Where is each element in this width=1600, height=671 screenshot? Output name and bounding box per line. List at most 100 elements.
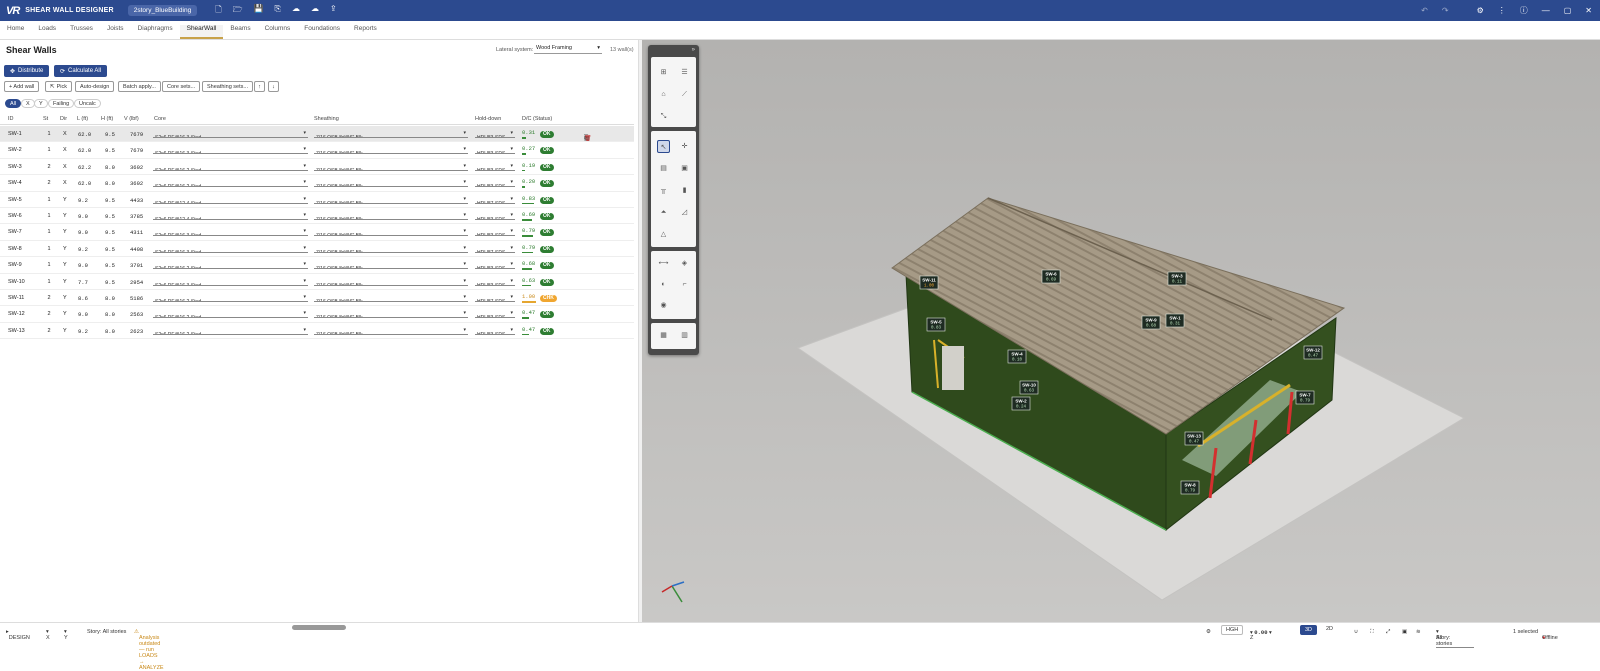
sheathing-select[interactable]: 7/16 OSB 8d@6" Blk ▾ <box>314 245 468 253</box>
col-core[interactable]: Core <box>154 116 166 122</box>
info-icon[interactable]: ⓘ <box>1520 5 1528 16</box>
export-icon[interactable]: ⇪ <box>330 4 337 18</box>
table-row[interactable]: SW-3 2 X 62.2 8.0 3602 S2x6 DF@16 2-Stud ▾ 7/16 … <box>0 159 634 176</box>
wall-label-sw-5[interactable]: SW-5 0.83 <box>926 317 946 332</box>
holddown-select[interactable]: HDU83-SDS ▾ <box>475 228 515 237</box>
cloud-upload-icon[interactable]: ☁ <box>292 4 300 18</box>
core-select[interactable]: S2x6 DF@16 3-Stud ▾ <box>153 278 308 286</box>
tab-shearwall[interactable]: ShearWall <box>179 25 224 39</box>
story-selector[interactable]: Story: All stories ▾ <box>1436 629 1475 648</box>
table-row[interactable]: SW-13 2 Y 9.2 8.0 2623 S2x6 DF@16 2-Stud ▾ 7/16 … <box>0 323 634 340</box>
sheathing-select[interactable]: 7/16 OSB 8d@6" Blk ▾ <box>314 212 468 220</box>
save-icon[interactable]: 💾 <box>254 4 264 18</box>
corner-icon[interactable]: ⌐ <box>678 278 691 291</box>
filter-chip-x[interactable]: X <box>21 99 35 108</box>
distribute-button[interactable]: ✥ Distribute <box>4 65 50 77</box>
save-as-icon[interactable]: ⎘ <box>275 4 281 18</box>
sheathing-select[interactable]: 7/16 OSB 8d@6" Blk ▾ <box>314 294 468 302</box>
wall-label-sw-7[interactable]: SW-7 0.79 <box>1295 390 1315 405</box>
core-select[interactable]: S2x6 DF@16 3-Stud ▾ <box>153 146 308 155</box>
sheathing-select[interactable]: 7/16 OSB 8d@6" Blk ▾ <box>314 327 468 335</box>
core-select[interactable]: S2x6 DF@16 3-Stud ▾ <box>153 130 308 138</box>
list-icon[interactable]: ☰ <box>678 66 691 79</box>
close-icon[interactable]: ✕ <box>1585 6 1592 15</box>
sheathing-select[interactable]: 7/16 OSB 8d@6" Blk ▾ <box>314 278 468 286</box>
holddown-select[interactable]: HDU83-SDS ▾ <box>475 310 515 319</box>
move-down-button[interactable]: ↓ <box>268 81 279 92</box>
horizontal-scrollbar[interactable] <box>292 625 346 630</box>
beam-icon[interactable]: ╥ <box>657 184 670 197</box>
tab-foundations[interactable]: Foundations <box>297 25 347 39</box>
z-control[interactable]: Z ▾ 0.00 ▾ <box>1250 629 1272 641</box>
magnet-icon[interactable]: ∪ <box>1354 629 1358 635</box>
wall-label-sw-6[interactable]: SW-6 0.69 <box>1041 269 1061 284</box>
view-3d-button[interactable]: 3D <box>1300 625 1318 635</box>
filter-chip-all[interactable]: All <box>5 99 22 108</box>
select-arrow-icon[interactable]: ↖ <box>657 140 670 153</box>
undo-icon[interactable]: ↶ <box>1421 6 1428 15</box>
wall-label-sw-2[interactable]: SW-2 0.24 <box>1011 396 1031 411</box>
col-id[interactable]: ID <box>8 116 14 122</box>
point-icon[interactable]: ◈ <box>678 257 691 270</box>
more-icon[interactable]: ⋮ <box>1498 6 1506 15</box>
mode-indicator[interactable]: ▸ DESIGN <box>6 629 30 641</box>
sheathing-select[interactable]: 7/16 OSB 8d@6" Blk ▾ <box>314 196 468 204</box>
tab-joists[interactable]: Joists <box>100 25 131 39</box>
table-row[interactable]: SW-4 2 X 62.0 8.0 3602 S2x6 DF@16 2-Stud ▾ 7/16 … <box>0 175 634 192</box>
minimize-icon[interactable]: — <box>1542 6 1550 15</box>
tab-beams[interactable]: Beams <box>223 25 257 39</box>
measure-icon[interactable]: ⟋ <box>678 88 691 101</box>
column-icon[interactable]: ▮ <box>678 184 691 197</box>
slope-icon[interactable]: ◿ <box>678 206 691 219</box>
core-select[interactable]: S2x6 DF@12 4-Stud ▾ <box>153 212 308 220</box>
holddown-select[interactable]: HDU83-SDS ▾ <box>475 278 515 286</box>
core-select[interactable]: S2x6 DF@16 2-Stud ▾ <box>153 327 308 335</box>
wall-label-sw-13[interactable]: SW-13 0.47 <box>1184 431 1204 446</box>
table-row[interactable]: SW-8 1 Y 9.2 9.5 4408 S2x6 DF@16 3-Stud ▾ 7/16 O… <box>0 241 634 258</box>
holddown-select[interactable]: HDU83-SDS ▾ <box>475 146 515 155</box>
col-shear[interactable]: V (lbf) <box>124 116 139 122</box>
move-up-button[interactable]: ↑ <box>254 81 265 92</box>
fit-view-icon[interactable]: ⛶ <box>1370 629 1374 636</box>
pick-button[interactable]: ⇱ Pick <box>45 81 72 92</box>
table-row[interactable]: SW-5 1 Y 9.2 9.5 4433 S2x6 DF@12 4-Stud ▾ 7/16 O… <box>0 192 634 208</box>
project-name-chip[interactable]: 2story_BlueBuilding <box>127 5 198 16</box>
move-icon[interactable]: ✛ <box>678 140 691 153</box>
maximize-icon[interactable]: ▢ <box>1564 6 1572 15</box>
eye-icon[interactable]: ◉ <box>657 299 670 312</box>
holddown-select[interactable]: HDU83-SDS ▾ <box>475 261 515 270</box>
holddown-select[interactable]: HDU83-SDS ▾ <box>475 327 515 335</box>
col-height[interactable]: H (ft) <box>101 116 113 122</box>
tab-loads[interactable]: Loads <box>31 25 63 39</box>
table-row[interactable]: SW-6 1 Y 9.0 9.5 3785 S2x6 DF@12 4-Stud ▾ 7/16 O… <box>0 208 634 225</box>
core-select[interactable]: S2x6 DF@16 2-Stud ▾ <box>153 310 308 319</box>
filter-chip-failing[interactable]: Failing <box>48 99 75 108</box>
table-row[interactable]: SW-12 2 Y 9.0 8.0 2563 S2x6 DF@16 2-Stud ▾ 7/16 … <box>0 306 634 323</box>
tab-reports[interactable]: Reports <box>347 25 384 39</box>
batch-apply-button[interactable]: Batch apply... <box>118 81 161 92</box>
wall-icon[interactable]: ▤ <box>657 162 670 175</box>
sheathing-select[interactable]: 7/16 OSB 8d@6" Blk ▾ <box>314 163 468 171</box>
x-coord[interactable]: X ▾ <box>46 629 50 641</box>
tab-columns[interactable]: Columns <box>258 25 298 39</box>
tab-diaphragms[interactable]: Diaphragms <box>131 25 180 39</box>
wall-label-sw-11[interactable]: SW-11 1.00 <box>919 275 939 290</box>
resize-icon[interactable]: ⤡ <box>657 110 670 123</box>
core-select[interactable]: S2x6 DF@16 2-Stud ▾ <box>153 163 308 171</box>
calculate-all-button[interactable]: ⟳ Calculate All <box>54 65 108 77</box>
sheathing-sets-button[interactable]: Sheathing sets... <box>202 81 253 92</box>
truss-icon[interactable]: ⏶ <box>657 206 670 219</box>
wall-label-sw-8[interactable]: SW-8 0.79 <box>1180 480 1200 495</box>
dimension-icon[interactable]: ⟷ <box>657 257 670 270</box>
roof-icon[interactable]: △ <box>657 228 670 241</box>
col-holddown[interactable]: Hold-down <box>475 116 501 122</box>
cloud-download-icon[interactable]: ☁ <box>311 4 319 18</box>
core-select[interactable]: S2x6 DF@16 2-Stud ▾ <box>153 179 308 188</box>
col-st[interactable]: St <box>43 116 48 122</box>
wall-label-sw-4[interactable]: SW-4 0.10 <box>1007 349 1027 364</box>
core-sets-button[interactable]: Core sets... <box>162 81 201 92</box>
col-dc-status[interactable]: D/C (Status) <box>522 116 552 122</box>
delete-icon[interactable]: 🗑 <box>584 135 592 142</box>
table-row[interactable]: SW-9 1 Y 9.0 9.5 3701 S2x6 DF@16 2-Stud ▾ 7/16 O… <box>0 257 634 274</box>
holddown-select[interactable]: HDU83-SDS ▾ <box>475 179 515 188</box>
